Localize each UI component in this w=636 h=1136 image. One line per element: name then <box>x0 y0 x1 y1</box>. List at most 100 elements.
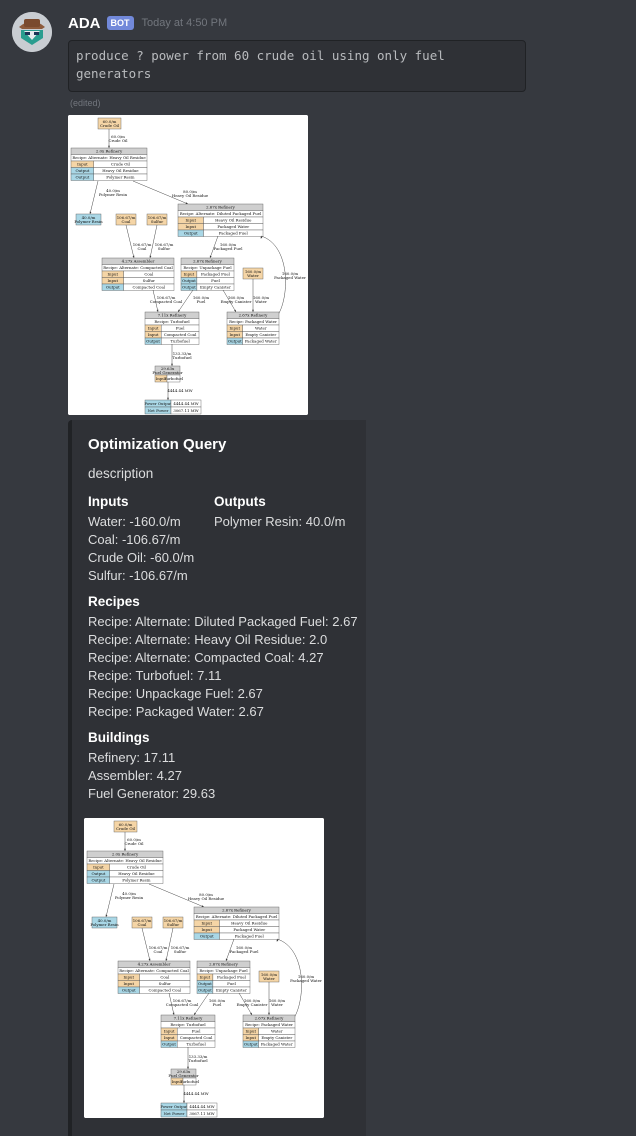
field-line: Water: -160.0/m <box>88 514 181 529</box>
graph-node-item-label: Water <box>271 1029 283 1034</box>
graph-edge-label: Coal <box>138 246 148 251</box>
graph-node-item-label: Heavy Oil Residue <box>231 921 268 926</box>
graph-node-item-label: Heavy Oil Residue <box>215 218 252 223</box>
graph-edge-label: Fuel <box>213 1002 223 1007</box>
graph-node-recipe-label: Recipe: Alternate: Diluted Packaged Fuel <box>180 211 262 216</box>
graph-node-port-label: Input <box>201 921 212 926</box>
graph-node-item-label: Fuel <box>176 326 186 331</box>
field-line: Recipe: Unpackage Fuel: 2.67 <box>88 686 263 701</box>
graph-node-port-label: Input <box>107 278 118 283</box>
author-name[interactable]: ADA <box>68 15 101 32</box>
graph-node-recipe-label: Recipe: Alternate: Heavy Oil Residue <box>72 155 146 160</box>
graph-node-port-label: Output <box>198 988 212 993</box>
graph-node-item-label: Coal <box>160 975 170 980</box>
graph-node-item-label: Packaged Water <box>261 1042 293 1047</box>
graph-node-port-label: Input <box>164 1029 175 1034</box>
graph-node-port-label: Power Output <box>144 401 172 406</box>
graph-node-item-label: Packaged Fuel <box>219 231 249 236</box>
graph-node-title: 2.67x Refinery <box>239 313 269 318</box>
graph-node-label: Crude Oil <box>116 826 136 831</box>
recipes-field-name: Recipes <box>88 594 140 609</box>
graph-node-port-label: Input <box>201 927 212 932</box>
message-timestamp[interactable]: Today at 4:50 PM <box>142 17 228 29</box>
field-line: Refinery: 17.11 <box>88 750 176 765</box>
outputs-field-name: Outputs <box>214 494 266 509</box>
robot-avatar-icon <box>12 12 52 52</box>
graph-node-title: 2.0x Refinery <box>96 149 123 154</box>
graph-node-item-label: 3067.11 MW <box>173 408 198 413</box>
field-line: Assembler: 4.27 <box>88 768 182 783</box>
graph-node-item-label: Empty Canister <box>261 1035 292 1040</box>
graph-node-item-label: Packaged Water <box>217 224 249 229</box>
graph-node-recipe-label: Recipe: Unpackage Fuel <box>183 265 232 270</box>
graph-node-recipe-label: Recipe: Alternate: Compacted Coal <box>119 968 189 973</box>
graph-node-recipe-label: Recipe: Packaged Water <box>229 319 277 324</box>
graph-node-recipe-label: Recipe: Unpackage Fuel <box>199 968 248 973</box>
graph-node-port-label: Output <box>122 988 136 993</box>
embed-title: Optimization Query <box>88 436 227 453</box>
graph-node-port-label: Input <box>164 1035 175 1040</box>
graph-node-item-label: Water <box>255 326 267 331</box>
graph-node-item-label: Packaged Water <box>233 927 265 932</box>
graph-edge-label: Turbofuel <box>188 1058 208 1063</box>
graph-node-port-label: Input <box>93 865 104 870</box>
graph-node-title: 2.67x Refinery <box>209 962 239 967</box>
graph-node-port-label: Output <box>182 278 196 283</box>
graph-node-port-label: Input <box>123 981 134 986</box>
graph-edge-label: Compacted Coal <box>166 1002 199 1007</box>
graph-node-item-label: Polymer Resin <box>122 878 151 883</box>
graph-node-item-label: Fuel <box>192 1029 202 1034</box>
embed-description: description <box>88 466 154 481</box>
buildings-field-name: Buildings <box>88 730 150 745</box>
command-codeblock: produce ? power from 60 crude oil using … <box>68 40 526 92</box>
graph-edge-label: 4444.44 MW <box>183 1091 208 1096</box>
embed-graph-image[interactable]: 60.0/m Crude Oil 60.0/m Crude Oil 2.0x Refin… <box>84 818 324 1118</box>
field-line: Recipe: Alternate: Heavy Oil Residue: 2.… <box>88 632 328 647</box>
graph-edge-label: Empty Canister <box>221 299 252 304</box>
field-line: Coal: -106.67/m <box>88 532 181 547</box>
graph-edge-label: Packaged Water <box>274 275 306 280</box>
graph-node-label: Sulfur <box>167 922 179 927</box>
graph-node-item-label: Heavy Oil Residue <box>118 871 155 876</box>
graph-node-port-label: Input <box>148 326 159 331</box>
graph-edge-label: Sulfur <box>158 246 170 251</box>
graph-node-port-label: Input <box>185 224 196 229</box>
graph-node-item-label: Turbofuel <box>170 339 190 344</box>
graph-node-item-label: 4444.44 MW <box>189 1104 214 1109</box>
graph-node-item-label: Compacted Coal <box>164 332 197 337</box>
graph-edge-label: Polymer Resin <box>115 895 144 900</box>
bot-avatar[interactable] <box>12 12 52 52</box>
graph-node-port-label: Power Output <box>160 1104 188 1109</box>
graph-node-item-label: Packaged Fuel <box>217 975 247 980</box>
graph-node-title: 4.27x Assembler <box>122 259 155 264</box>
graph-node-port-label: Output <box>91 878 105 883</box>
graph-node-port-label: Input <box>200 975 211 980</box>
graph-image[interactable]: 60.0/m Crude Oil 60.0/m Crude Oil 2.0x Refin… <box>68 115 308 415</box>
graph-node-port-label: Output <box>200 934 214 939</box>
graph-node-port-label: Output <box>106 285 120 290</box>
graph-node-item-label: 4444.44 MW <box>173 401 198 406</box>
graph-node-port-label: Input <box>229 326 240 331</box>
graph-edge-label: Crude Oil <box>108 138 128 143</box>
graph-node-label: Water <box>263 976 275 981</box>
graph-edge-label: Packaged Fuel <box>214 246 244 251</box>
graph-node-item-label: Turbofuel <box>180 1079 200 1084</box>
graph-node-title: 7.11x Refinery <box>158 313 188 318</box>
graph-node-item-label: Heavy Oil Residue <box>102 168 139 173</box>
graph-node-recipe-label: Recipe: Alternate: Heavy Oil Residue <box>88 858 162 863</box>
graph-node-port-label: Input <box>245 1029 256 1034</box>
graph-node-label: Water <box>247 273 259 278</box>
graph-edge-label: Polymer Resin <box>99 192 128 197</box>
graph-node-item-label: Fuel <box>211 278 221 283</box>
field-line: Recipe: Alternate: Compacted Coal: 4.27 <box>88 650 324 665</box>
graph-node-port-label: Output <box>75 168 89 173</box>
graph-edge-label: Heavy Oil Residue <box>188 896 225 901</box>
graph-node-port-label: Input <box>107 272 118 277</box>
graph-node-port-label: Input <box>148 332 159 337</box>
graph-node-port-label: Net Power <box>164 1111 185 1116</box>
graph-node-port-label: Output <box>182 285 196 290</box>
graph-node-item-label: Packaged Fuel <box>201 272 231 277</box>
graph-node-recipe-label: Recipe: Packaged Water <box>245 1022 293 1027</box>
graph-node-item-label: Turbofuel <box>164 376 184 381</box>
graph-edge-label: Water <box>255 299 267 304</box>
